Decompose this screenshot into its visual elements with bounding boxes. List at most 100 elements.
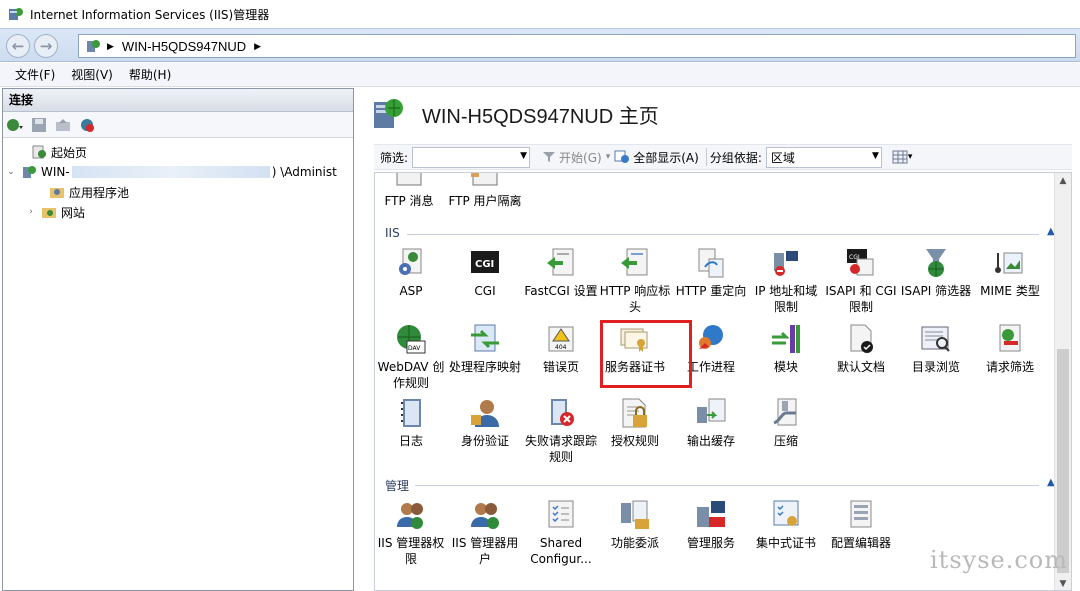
- start-page-icon: [32, 145, 46, 159]
- iis-app-icon: [9, 8, 23, 20]
- feature-compression[interactable]: 压缩: [749, 397, 823, 449]
- arrow-right-icon: →: [39, 37, 53, 55]
- feature-centralized-certificates[interactable]: 集中式证书: [749, 499, 823, 551]
- logging-icon: [401, 399, 421, 427]
- tree-sites[interactable]: › 网站: [3, 202, 353, 222]
- feature-management-service[interactable]: 管理服务: [674, 499, 748, 551]
- tree-start-page[interactable]: 起始页: [3, 142, 353, 162]
- chevron-down-icon[interactable]: ▼: [520, 151, 527, 161]
- feature-directory-browsing[interactable]: 目录浏览: [899, 323, 973, 375]
- sites-folder-icon: [42, 208, 56, 218]
- feature-ip-domain-restrictions[interactable]: IP 地址和域限制: [749, 247, 823, 315]
- tree-server[interactable]: ⌄ WIN- ) \Administ: [3, 162, 353, 182]
- group-header-management: 管理: [385, 479, 410, 493]
- ftp-messages-icon: FTP: [396, 173, 422, 186]
- feature-shared-configuration[interactable]: Shared Configur...: [524, 499, 598, 567]
- connections-toolbar: [3, 112, 353, 138]
- collapse-icon[interactable]: ⌄: [5, 167, 17, 177]
- server-icon: [87, 40, 100, 52]
- redacted-text: [71, 166, 270, 178]
- features-view[interactable]: FTP FTP 消息 FTP FTP 用户隔离 IIS ▲ ASP CGI CG…: [374, 172, 1072, 591]
- feature-iis-manager-permissions[interactable]: IIS 管理器权限: [375, 499, 448, 567]
- scrollbar-thumb[interactable]: [1057, 349, 1069, 573]
- server-icon: [23, 166, 36, 178]
- breadcrumb-arrow-icon[interactable]: ▶: [254, 41, 261, 52]
- svg-text:FTP: FTP: [480, 172, 492, 175]
- disconnect-button[interactable]: [77, 115, 97, 135]
- configuration-editor-icon: [850, 500, 872, 528]
- cgi-icon: CGI: [471, 251, 499, 273]
- menu-help[interactable]: 帮助(H): [121, 64, 179, 85]
- feature-delegation-icon: [621, 500, 649, 529]
- up-button[interactable]: [53, 115, 73, 135]
- vertical-scrollbar[interactable]: ▲ ▼: [1054, 173, 1071, 590]
- authorization-rules-icon: [622, 398, 647, 428]
- group-header-iis: IIS: [385, 226, 400, 240]
- server-large-icon: [374, 99, 403, 128]
- feature-http-response-headers[interactable]: HTTP 响应标头: [598, 247, 672, 315]
- page-header: WIN-H5QDS947NUD 主页: [370, 94, 659, 134]
- address-bar-area: ← → ▶ WIN-H5QDS947NUD ▶: [0, 28, 1080, 62]
- menu-view[interactable]: 视图(V): [63, 64, 121, 85]
- authentication-icon: [471, 400, 499, 427]
- error-pages-icon: 404: [548, 326, 574, 352]
- ip-restrictions-icon: [774, 251, 798, 276]
- feature-authentication[interactable]: 身份验证: [448, 397, 522, 449]
- save-button[interactable]: [29, 115, 49, 135]
- management-service-icon: [697, 501, 725, 527]
- fastcgi-icon: [547, 248, 574, 276]
- group-by-label: 分组依据:: [709, 150, 762, 165]
- group-by-select[interactable]: 区域 ▼: [765, 146, 882, 168]
- feature-default-document[interactable]: 默认文档: [824, 323, 898, 375]
- scroll-down-icon[interactable]: ▼: [1055, 576, 1071, 590]
- feature-modules[interactable]: 模块: [749, 323, 823, 375]
- feature-ftp-user-isolation[interactable]: FTP FTP 用户隔离: [448, 172, 522, 209]
- feature-http-redirect[interactable]: HTTP 重定向: [674, 247, 748, 299]
- feature-isapi-filters[interactable]: ISAPI 筛选器: [899, 247, 973, 299]
- title-bar: Internet Information Services (IIS)管理器: [0, 0, 1080, 28]
- svg-text:CGI: CGI: [475, 259, 494, 270]
- feature-authorization-rules[interactable]: 授权规则: [598, 397, 672, 449]
- tree-app-pools[interactable]: 应用程序池: [3, 182, 353, 202]
- feature-error-pages[interactable]: 404 错误页: [524, 323, 598, 375]
- feature-asp[interactable]: ASP: [375, 247, 448, 299]
- feature-request-filtering[interactable]: 请求筛选: [973, 323, 1047, 375]
- globe-connect-icon: [7, 118, 23, 131]
- feature-output-caching[interactable]: 输出缓存: [674, 397, 748, 449]
- filter-input[interactable]: ▼: [412, 146, 531, 168]
- address-path[interactable]: WIN-H5QDS947NUD: [122, 39, 246, 54]
- show-all-button[interactable]: 全部显示(A): [610, 149, 703, 166]
- menu-file[interactable]: 文件(F): [7, 64, 63, 85]
- scroll-up-icon[interactable]: ▲: [1055, 173, 1071, 189]
- connect-button[interactable]: [5, 115, 25, 135]
- feature-logging[interactable]: 日志: [375, 397, 448, 449]
- window-title: Internet Information Services (IIS)管理器: [30, 7, 270, 22]
- feature-ftp-messages[interactable]: FTP FTP 消息: [375, 173, 446, 209]
- feature-failed-request-tracing[interactable]: 失败请求跟踪规则: [524, 397, 598, 465]
- chevron-down-icon: ▾: [907, 152, 913, 162]
- view-toggle-button[interactable]: ▾: [888, 150, 917, 164]
- expand-icon[interactable]: ›: [25, 207, 37, 217]
- svg-text:DAV: DAV: [408, 345, 421, 352]
- feature-configuration-editor[interactable]: 配置编辑器: [824, 499, 898, 551]
- breadcrumb-separator-icon: ▶: [107, 40, 114, 51]
- feature-mime-types[interactable]: MIME 类型: [973, 247, 1047, 299]
- back-button[interactable]: ←: [6, 34, 30, 58]
- feature-delegation[interactable]: 功能委派: [598, 499, 672, 551]
- features-pane: WIN-H5QDS947NUD 主页 筛选: ▼ 开始(G) ▾ 全部显示(A)…: [362, 88, 1080, 591]
- arrow-left-icon: ←: [11, 37, 25, 55]
- go-button[interactable]: 开始(G): [538, 149, 606, 166]
- feature-iis-manager-users[interactable]: IIS 管理器用户: [448, 499, 522, 567]
- address-bar[interactable]: ▶ WIN-H5QDS947NUD ▶: [78, 34, 1076, 58]
- isapi-cgi-restrictions-icon: CGI: [847, 249, 874, 276]
- request-filtering-icon: [999, 324, 1021, 352]
- feature-webdav-authoring-rules[interactable]: DAV WebDAV 创作规则: [375, 323, 448, 391]
- worker-processes-icon: [699, 325, 723, 349]
- handler-mappings-icon: [471, 324, 499, 352]
- chevron-down-icon[interactable]: ▼: [872, 151, 879, 161]
- feature-fastcgi[interactable]: FastCGI 设置: [524, 247, 598, 299]
- feature-cgi[interactable]: CGI CGI: [448, 247, 522, 299]
- forward-button[interactable]: →: [34, 34, 58, 58]
- feature-isapi-cgi-restrictions[interactable]: CGI ISAPI 和 CGI 限制: [824, 247, 898, 315]
- feature-handler-mappings[interactable]: 处理程序映射: [448, 323, 522, 375]
